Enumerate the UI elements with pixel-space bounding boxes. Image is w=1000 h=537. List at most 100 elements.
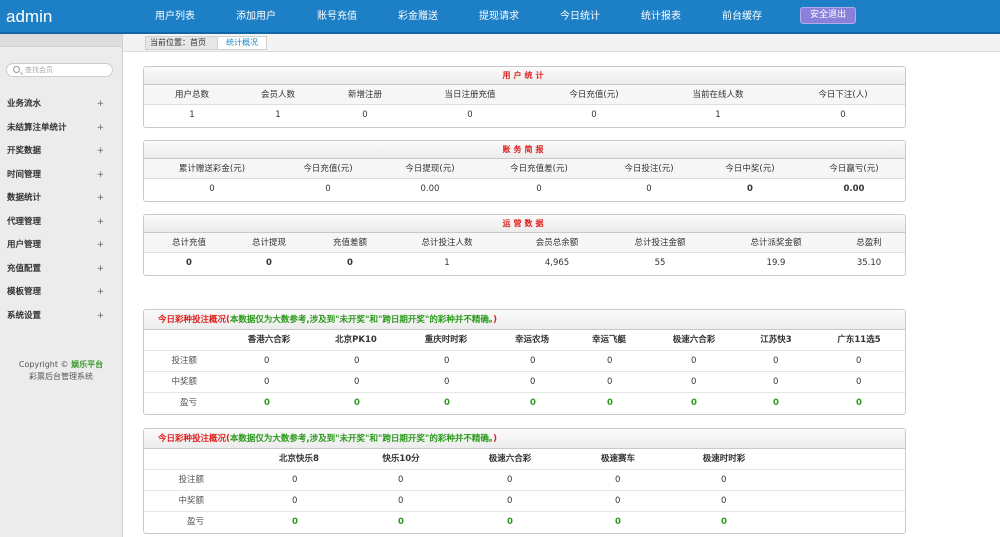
header-cell: 江苏快3 [760, 335, 792, 345]
nav-stats-report[interactable]: 统计报表 [641, 0, 681, 34]
value-cell: 0 [856, 398, 862, 408]
user-stats-panel: 用户统计 用户总数 会员人数 新增注册 当日注册充值 今日充值(元) 当前在线人… [143, 66, 906, 128]
table-row: 中奖额 0 0 0 0 0 [144, 491, 905, 512]
sidebar-item-user-management[interactable]: 用户管理 + [0, 234, 122, 258]
header-cell: 当前在线人数 [692, 90, 744, 100]
sidebar-item-template-management[interactable]: 模板管理 + [0, 281, 122, 305]
expand-icon: + [96, 122, 104, 133]
header-cell: 今日充值(元) [569, 90, 619, 100]
value-cell: 0 [209, 184, 215, 194]
value-cell: 0 [691, 377, 697, 387]
table-row: 投注额 0 0 0 0 0 [144, 470, 905, 491]
panel-title: 账务简报 [144, 141, 905, 159]
sidebar-menu: 业务流水 + 未结算注单统计 + 开奖数据 + 时间管理 + 数据统计 + 代理管理 + 用… [0, 93, 122, 328]
expand-icon: + [96, 193, 104, 203]
value-cell: 0 [691, 356, 697, 366]
nav-bonus-gift[interactable]: 彩金赠送 [398, 0, 438, 34]
header-cell: 北京快乐8 [279, 454, 319, 464]
table-header: 香港六合彩 北京PK10 重庆时时彩 幸运农场 幸运飞艇 极速六合彩 江苏快3 … [144, 330, 905, 351]
value-cell: 0 [530, 377, 536, 387]
table-header: 总计充值 总计提现 充值差额 总计投注人数 会员总余额 总计投注金额 总计派奖金… [144, 233, 905, 253]
breadcrumb: 当前位置：首页 统计概况 [123, 34, 1000, 52]
sidebar-item-business-flow[interactable]: 业务流水 + [0, 93, 122, 117]
value-cell: 0 [325, 184, 331, 194]
value-cell: 0.00 [843, 184, 865, 194]
row-header: 投注额 [178, 475, 204, 485]
value-cell: 0 [691, 398, 697, 408]
header-cell: 用户总数 [174, 90, 209, 100]
sidebar-item-recharge-config[interactable]: 充值配置 + [0, 258, 122, 281]
value-cell: 0 [773, 377, 779, 387]
brand-link[interactable]: 娱乐平台 [71, 360, 103, 369]
title-prefix: 今日彩种投注概况( [158, 434, 230, 444]
value-cell: 0 [467, 110, 473, 120]
table-row: 投注额 0 0 0 0 0 0 0 0 [144, 351, 905, 372]
value-cell: 0 [721, 475, 727, 485]
table-row: 0 0 0.00 0 0 0 0.00 [144, 179, 905, 200]
value-cell: 0 [615, 517, 621, 527]
sidebar-item-time-management[interactable]: 时间管理 + [0, 164, 122, 187]
value-cell: 0 [615, 496, 621, 506]
nav-add-user[interactable]: 添加用户 [236, 0, 276, 34]
value-cell: 4,965 [544, 258, 570, 268]
value-cell: 0 [607, 398, 613, 408]
sidebar-item-system-settings[interactable]: 系统设置 + [0, 305, 122, 328]
panel-title: 用户统计 [144, 67, 905, 85]
table-row: 盈亏 0 0 0 0 0 [144, 512, 905, 533]
account-brief-panel: 账务简报 累计赠送彩金(元) 今日充值(元) 今日提现(元) 今日充值差(元) … [143, 140, 906, 202]
value-cell: 0 [354, 377, 360, 387]
value-cell: 0 [530, 356, 536, 366]
sidebar-item-label: 未结算注单统计 [7, 122, 67, 133]
nav-frontend-cache[interactable]: 前台缓存 [722, 0, 762, 34]
expand-icon: + [96, 169, 104, 180]
sidebar-top-strip [0, 34, 122, 47]
value-cell: 0 [354, 356, 360, 366]
system-name: 彩票后台管理系统 [29, 372, 93, 381]
value-cell: 0 [444, 398, 450, 408]
header-cell: 今日赢亏(元) [829, 164, 879, 174]
value-cell: 1 [189, 110, 195, 120]
value-cell: 0 [398, 475, 404, 485]
value-cell: 0 [607, 377, 613, 387]
value-cell: 0 [721, 517, 727, 527]
value-cell: 0 [530, 398, 536, 408]
table-header: 北京快乐8 快乐10分 极速六合彩 极速赛车 极速时时彩 [144, 449, 905, 470]
nav-user-list[interactable]: 用户列表 [155, 0, 195, 34]
nav-account-recharge[interactable]: 账号充值 [317, 0, 357, 34]
value-cell: 1 [444, 258, 450, 268]
title-suffix: ) [493, 315, 497, 325]
row-header: 中奖额 [171, 377, 197, 387]
sidebar-item-label: 业务流水 [7, 99, 42, 109]
value-cell: 0 [747, 184, 753, 194]
sidebar-item-data-stats[interactable]: 数据统计 + [0, 187, 122, 211]
header-cell: 今日中奖(元) [725, 164, 775, 174]
row-header: 中奖额 [178, 496, 204, 506]
value-cell: 0 [292, 517, 298, 527]
sidebar-item-label: 时间管理 [7, 169, 42, 180]
value-cell: 1 [715, 110, 721, 120]
sidebar-item-unsettled-stats[interactable]: 未结算注单统计 + [0, 117, 122, 140]
expand-icon: + [96, 287, 104, 297]
operation-data-panel: 运营数据 总计充值 总计提现 充值差额 总计投注人数 会员总余额 总计投注金额 … [143, 214, 906, 276]
sidebar-item-label: 代理管理 [7, 216, 42, 227]
title-note: 本数据仅为大数参考,涉及到"未开奖"和"跨日期开奖"的彩种并不精确。 [229, 315, 494, 325]
sidebar-item-draw-data[interactable]: 开奖数据 + [0, 140, 122, 164]
nav-withdraw-requests[interactable]: 提现请求 [479, 0, 519, 34]
header-cell: 充值差额 [332, 238, 367, 248]
header-cell: 快乐10分 [382, 454, 420, 464]
breadcrumb-current-tab[interactable]: 统计概况 [217, 36, 267, 50]
search-icon [13, 66, 20, 73]
logout-button[interactable]: 安全退出 [800, 7, 856, 24]
header-cell: 总计投注人数 [421, 238, 473, 248]
sidebar-item-label: 开奖数据 [7, 146, 42, 156]
value-cell: 0 [347, 258, 353, 268]
title-prefix: 今日彩种投注概况( [158, 315, 230, 325]
table-header: 累计赠送彩金(元) 今日充值(元) 今日提现(元) 今日充值差(元) 今日投注(… [144, 159, 905, 179]
sidebar-item-agent-management[interactable]: 代理管理 + [0, 211, 122, 234]
value-cell: 0 [721, 496, 727, 506]
value-cell: 0 [591, 110, 597, 120]
member-search-input[interactable]: 查找会员 [6, 63, 113, 77]
nav-today-stats[interactable]: 今日统计 [560, 0, 600, 34]
value-cell: 0 [856, 356, 862, 366]
value-cell: 0 [264, 377, 270, 387]
